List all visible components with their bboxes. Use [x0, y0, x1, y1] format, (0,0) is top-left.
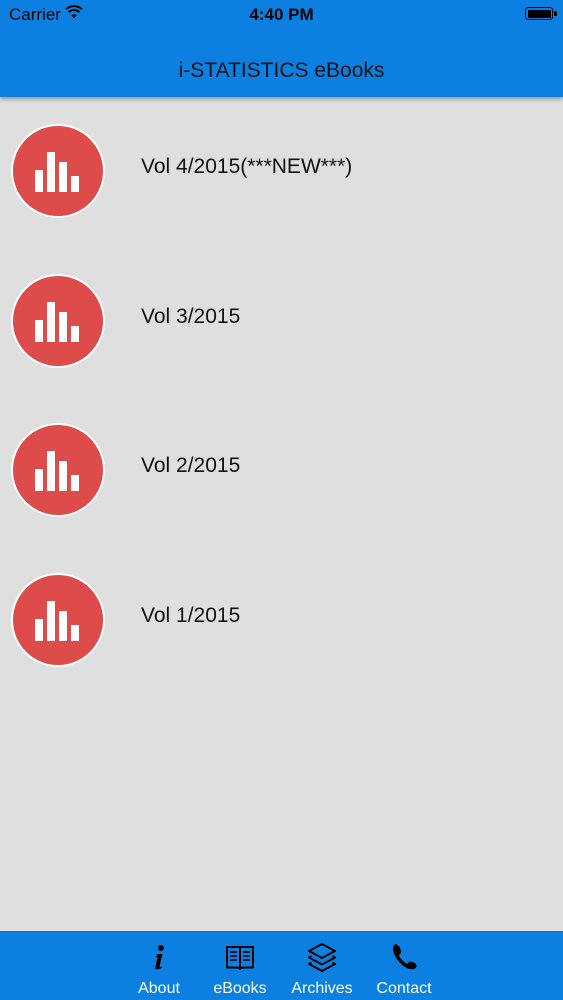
ebook-list: Vol 4/2015(***NEW***) Vol 3/2015 Vol 2/2… [0, 97, 563, 695]
book-icon [226, 946, 254, 970]
tab-archives[interactable]: Archives [282, 932, 362, 1000]
list-item-vol-2[interactable]: Vol 2/2015 [0, 396, 563, 546]
bar-chart-icon [11, 423, 105, 517]
tab-bar: About eBooks Archives Contact [0, 931, 563, 1000]
list-item-label: Vol 1/2015 [141, 603, 241, 627]
list-item-vol-3[interactable]: Vol 3/2015 [0, 247, 563, 397]
tab-label: Archives [291, 980, 353, 997]
phone-icon [392, 944, 417, 970]
tab-label: Contact [376, 980, 432, 997]
bar-chart-icon [11, 273, 105, 368]
bar-chart-icon [11, 124, 105, 218]
tab-label: eBooks [213, 980, 267, 997]
tab-ebooks[interactable]: eBooks [200, 932, 280, 1000]
battery-icon [525, 7, 557, 20]
info-icon [155, 945, 164, 970]
list-item-vol-1[interactable]: Vol 1/2015 [0, 546, 563, 696]
navigation-bar: Carrier 4:40 PM i-STATISTICS eBooks [0, 0, 563, 97]
tab-label: About [138, 980, 180, 997]
list-item-label: Vol 2/2015 [141, 454, 241, 477]
bar-chart-icon [11, 572, 105, 667]
tab-contact[interactable]: Contact [364, 932, 444, 1000]
tab-about[interactable]: About [119, 932, 199, 1000]
status-bar: Carrier 4:40 PM [0, 0, 563, 30]
list-item-label: Vol 4/2015(***NEW***) [141, 155, 353, 178]
layers-icon [308, 943, 336, 972]
list-item-vol-4[interactable]: Vol 4/2015(***NEW***) [0, 97, 563, 247]
list-item-label: Vol 3/2015 [141, 304, 241, 328]
clock: 4:40 PM [249, 5, 314, 24]
page-title: i-STATISTICS eBooks [178, 59, 385, 82]
